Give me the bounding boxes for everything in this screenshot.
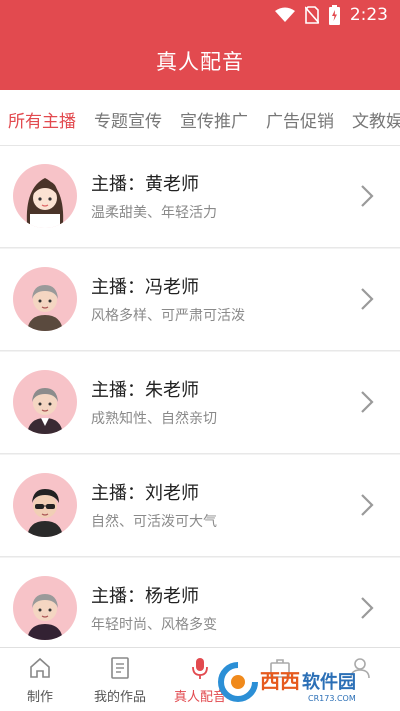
anchor-description: 年轻时尚、风格多变	[91, 617, 217, 633]
status-bar: 2:23	[0, 0, 400, 32]
chevron-right-icon	[361, 391, 374, 413]
chevron-right-icon	[361, 185, 374, 207]
nav-label: 制作	[26, 690, 53, 705]
tab-culture-education[interactable]: 文教娱	[352, 107, 400, 132]
chevron-right-icon	[361, 288, 374, 310]
svg-text:软件园: 软件园	[302, 671, 356, 693]
avatar	[13, 473, 77, 537]
anchor-name: 主播：冯老师	[91, 277, 199, 298]
anchor-name: 主播：黄老师	[91, 174, 199, 195]
tab-publicity[interactable]: 宣传推广	[180, 107, 248, 132]
list-item[interactable]: 主播：刘老师 自然、可活泼可大气	[0, 455, 400, 557]
nav-item-make[interactable]: 制作	[0, 648, 80, 711]
tab-topic-promotion[interactable]: 专题宣传	[94, 107, 162, 132]
tab-ad-promotion[interactable]: 广告促销	[266, 107, 334, 132]
tab-all-anchors[interactable]: 所有主播	[8, 107, 76, 132]
svg-text:CR173.COM: CR173.COM	[308, 694, 356, 703]
anchor-name: 主播：朱老师	[91, 380, 199, 401]
list-item[interactable]: 主播：黄老师 温柔甜美、年轻活力	[0, 146, 400, 248]
chevron-right-icon	[361, 597, 374, 619]
nav-label: 我的作品	[93, 690, 146, 705]
mic-icon	[192, 658, 208, 679]
no-sim-icon	[304, 6, 319, 24]
list-item[interactable]: 主播：杨老师 年轻时尚、风格多变	[0, 558, 400, 660]
avatar	[13, 164, 77, 228]
avatar	[13, 370, 77, 434]
status-time: 2:23	[349, 5, 388, 25]
list-item[interactable]: 主播：朱老师 成熟知性、自然亲切	[0, 352, 400, 454]
avatar	[13, 267, 77, 331]
chevron-right-icon	[361, 494, 374, 516]
home-icon	[30, 657, 50, 678]
wifi-icon	[274, 7, 295, 22]
list-item[interactable]: 主播：冯老师 风格多样、可严肃可活泼	[0, 249, 400, 351]
watermark-logo: 西西 软件园 CR173.COM	[218, 662, 356, 703]
category-tabs: 所有主播 专题宣传 宣传推广 广告促销 文教娱	[0, 90, 400, 146]
nav-item-my-works[interactable]: 我的作品	[80, 648, 160, 711]
anchor-description: 自然、可活泼可大气	[91, 514, 217, 530]
anchor-name: 主播：杨老师	[91, 586, 199, 607]
battery-charging-icon	[328, 5, 340, 25]
anchor-description: 温柔甜美、年轻活力	[91, 205, 217, 221]
anchor-description: 风格多样、可严肃可活泼	[91, 308, 245, 324]
avatar	[13, 576, 77, 640]
svg-text:西西: 西西	[260, 669, 300, 693]
status-icons: 2:23	[274, 5, 388, 25]
title-bar: 真人配音	[0, 32, 400, 90]
document-icon	[111, 657, 129, 679]
anchor-description: 成熟知性、自然亲切	[91, 411, 217, 427]
anchor-name: 主播：刘老师	[91, 483, 199, 504]
page-title: 真人配音	[156, 50, 244, 74]
